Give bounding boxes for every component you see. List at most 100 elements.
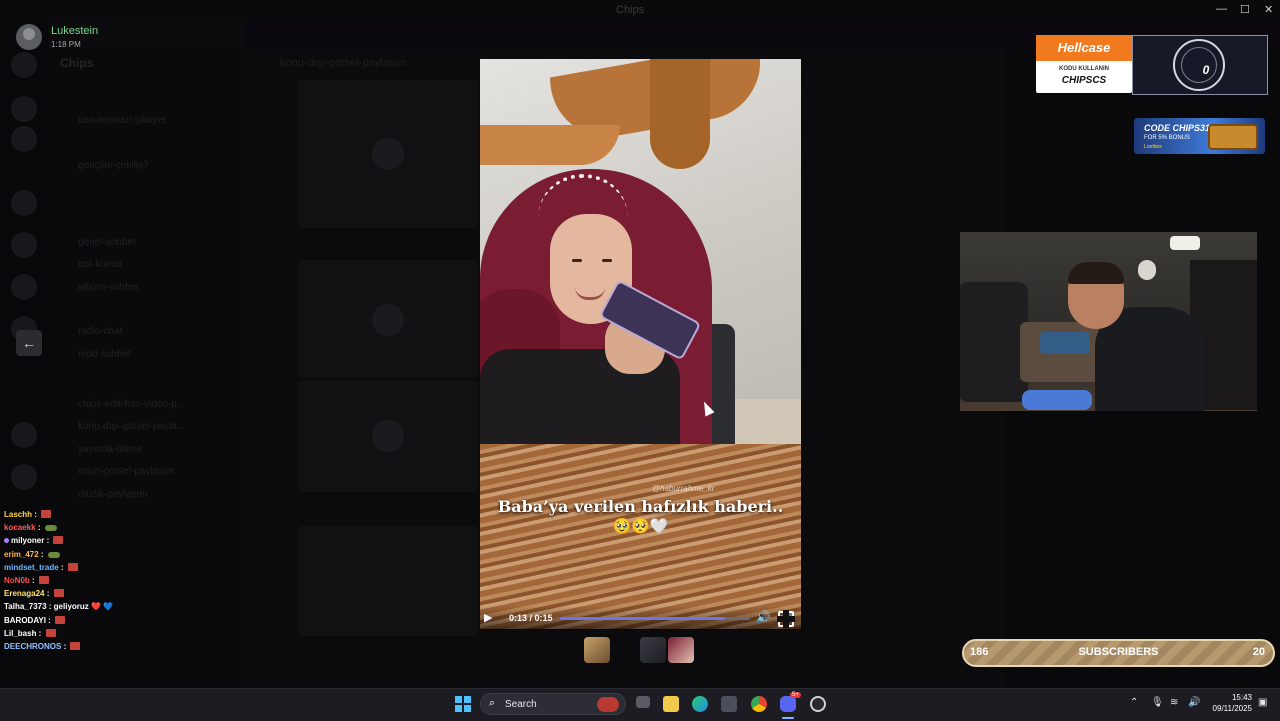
author-name[interactable]: Lukestein [51,25,98,37]
chest-icon [1208,124,1258,150]
chat-text: : [38,549,46,559]
chat-message: mindset_trade : [4,562,78,572]
volume-icon[interactable]: 🔊 [1188,697,1200,708]
fullscreen-icon[interactable] [777,610,795,628]
search-highlight-icon [597,697,619,712]
chat-username[interactable]: Talha_7373 [4,602,47,611]
chat-message: Talha_7373 : geliyoruz ❤️ 💙 [4,602,113,611]
emote-icon [55,615,66,624]
file-explorer-icon[interactable] [663,696,679,712]
chat-username[interactable]: kocaekk [4,523,36,532]
play-icon[interactable]: ▶ [484,611,498,625]
subs-goal: 20 [1252,646,1265,658]
volume-icon[interactable]: 🔊 [756,610,771,624]
chat-message: DEECHRONOS : [4,642,81,651]
chevron-up-icon[interactable]: ⌃ [1130,697,1138,708]
hellcase-code: CHIPSCS [1061,75,1107,86]
edge-icon[interactable] [692,696,708,712]
chat-text: : [36,628,44,638]
webcam-scene [1138,260,1156,280]
follower-counter: 0 [1132,35,1268,95]
emote-icon [67,562,78,571]
counter-ring-inner: 0 [1181,47,1217,83]
emote-icon [44,525,57,532]
chat-message: Laschh : [4,510,52,519]
chat-username[interactable]: milyoner [11,536,44,545]
discord-icon[interactable] [780,696,796,712]
emote-icon [53,589,64,598]
emote-icon [45,628,56,637]
chat-username[interactable]: Lil_bash [4,629,36,638]
counter-value: 0 [1202,63,1210,77]
chat-message: milyoner : [4,536,64,546]
webcam-scene [1022,390,1092,410]
thumbnail[interactable] [640,637,666,663]
chat-text: : [45,615,54,625]
search-icon: ⌕ [489,697,496,709]
notification-icon[interactable]: ▣ [1258,697,1267,708]
webcam-scene [1068,262,1124,284]
chat-username[interactable]: DEECHRONOS [4,642,61,651]
chat-username[interactable]: Laschh [4,510,32,519]
app-icon[interactable] [810,696,826,712]
taskbar-clock[interactable]: 15:43 09/11/2025 [1208,692,1252,714]
avatar[interactable] [16,24,42,50]
chat-username[interactable]: mindset_trade [4,563,59,572]
video-time: 0:13 / 0:15 [509,613,553,623]
webcam-feed [960,232,1257,411]
emote-icon [41,510,52,518]
video-scene [650,59,710,169]
chat-username[interactable]: BARODAYI [4,616,46,625]
subscribers-bar: 186 SUBSCRIBERS 20 [962,639,1275,667]
maximize-icon[interactable]: ☐ [1240,3,1250,16]
clock-date: 09/11/2025 [1212,704,1252,713]
chat-text: : [32,510,40,519]
chat-text: : [44,536,52,546]
windows-start-icon[interactable] [455,696,471,712]
counter-ring: 0 [1173,39,1225,91]
thumbnail[interactable] [668,637,694,663]
wifi-icon[interactable]: ≋ [1170,697,1178,708]
minimize-icon[interactable]: — [1216,3,1227,15]
chat-message: BARODAYI : [4,615,66,625]
lootbox-bonus: FOR 5% BONUS [1144,135,1191,141]
chat-username[interactable]: Erenaga24 [4,589,44,598]
seek-bar[interactable] [560,617,750,620]
window-title: Chips [616,4,645,16]
chat-message: Erenaga24 : [4,589,64,598]
webcam-scene [960,282,1028,402]
arrow-left-icon[interactable]: ← [16,330,42,356]
lootbox-brand: Lootbox [1144,144,1162,150]
chat-message: Lil_bash : [4,628,56,638]
video-player[interactable]: @haburrahme_kr Baba’ya verilen hafızlık … [480,59,801,629]
chat-text: : [58,562,66,572]
taskbar-search[interactable]: ⌕ Search [480,693,626,715]
chat-username[interactable]: erim_472 [4,550,39,559]
chat-message: kocaekk : [4,523,57,532]
microphone-icon[interactable]: 🎙 [1151,697,1164,708]
clock-time: 15:43 [1231,693,1252,702]
task-view-icon[interactable] [636,696,650,708]
chat-text: : [29,576,37,585]
seek-progress [560,617,726,620]
emote-icon [47,551,60,558]
title-bar: Chips — ☐ ✕ [0,0,1280,22]
webcam-scene [1170,236,1200,250]
video-watermark: @haburrahme_kr [652,484,715,493]
emote-icon [38,576,49,584]
video-scene [480,125,620,165]
lootbox-sponsor: CODE CHIPS31 FOR 5% BONUS Lootbox [1134,118,1265,154]
discord-badge: 5+ [790,692,801,698]
chrome-icon[interactable] [751,696,767,712]
chat-message: erim_472 : [4,550,60,559]
thumbnail[interactable] [584,637,610,663]
chat-text: : geliyoruz ❤️ 💙 [46,602,114,612]
video-scene [602,259,612,262]
store-icon[interactable] [721,696,737,712]
hellcase-sub: KODU KULLANIN [1059,66,1109,72]
chat-username[interactable]: NoN0b [4,576,30,585]
lootbox-code: CODE CHIPS31 [1144,123,1211,133]
chat-text: : [35,523,43,533]
chat-text: : [61,642,69,651]
close-icon[interactable]: ✕ [1264,3,1273,16]
